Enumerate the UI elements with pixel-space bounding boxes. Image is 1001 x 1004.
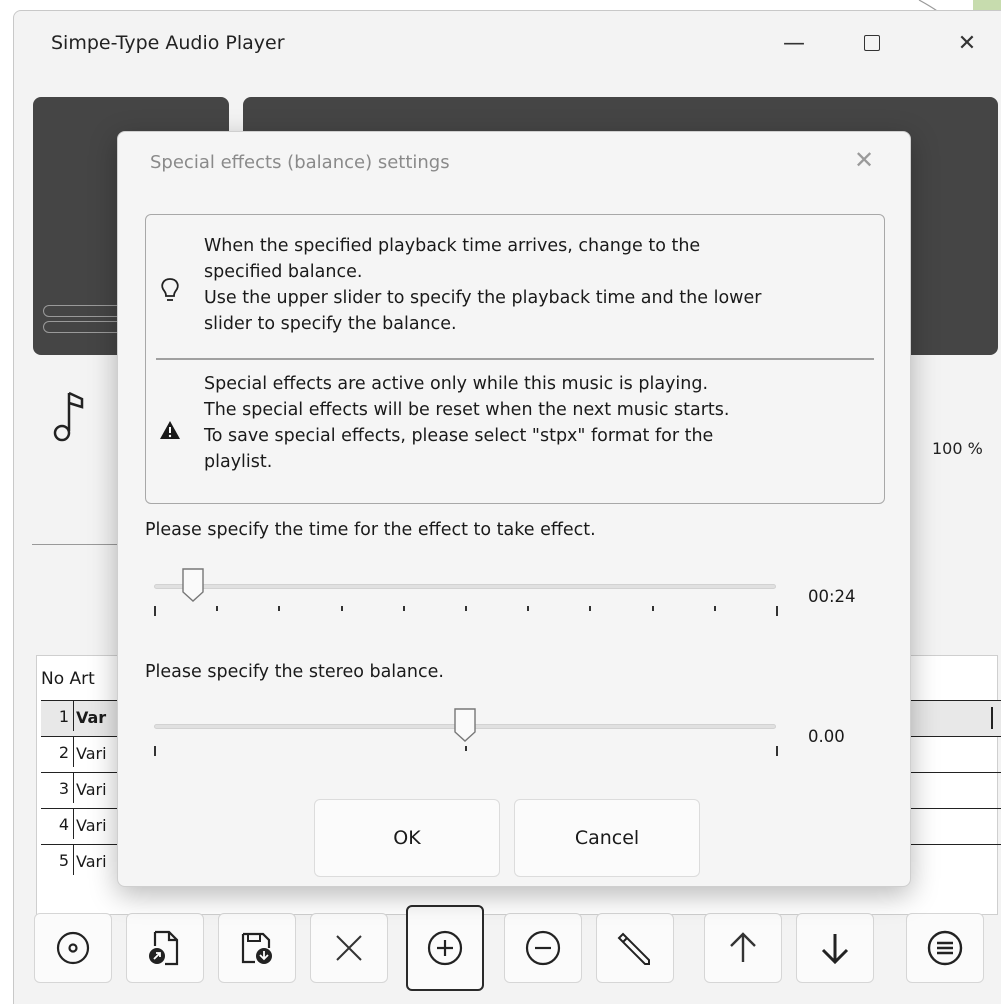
info-line: slider to specify the balance.	[204, 314, 457, 334]
remove-icon	[525, 930, 561, 966]
info-line: Use the upper slider to specify the play…	[204, 288, 762, 308]
volume-readout: 100 %	[932, 439, 983, 458]
info-line: Special effects are active only while th…	[204, 374, 709, 394]
toolbar	[34, 905, 1001, 993]
playlist-header: No Art	[41, 669, 95, 689]
row-number: 1	[58, 707, 69, 726]
row-artist: Vari	[73, 809, 107, 839]
add-icon	[427, 930, 463, 966]
art-lines-icon	[43, 305, 123, 337]
move-down-button[interactable]	[796, 913, 874, 983]
warning-icon	[160, 421, 180, 439]
slider-thumb[interactable]	[182, 568, 204, 602]
slider-tick	[527, 606, 529, 611]
slider-tick	[776, 606, 778, 616]
balance-slider[interactable]	[154, 708, 778, 756]
slider-thumb[interactable]	[454, 708, 476, 742]
save-file-button[interactable]	[218, 913, 296, 983]
maximize-icon	[864, 35, 880, 51]
close-icon: ✕	[957, 30, 977, 56]
column-divider	[991, 707, 993, 729]
delete-button[interactable]	[310, 913, 388, 983]
minimize-button[interactable]: —	[769, 25, 819, 61]
lightbulb-icon	[161, 278, 179, 301]
open-file-icon	[149, 930, 179, 966]
music-note-icon	[53, 391, 84, 442]
balance-settings-dialog: Special effects (balance) settings ✕ Whe…	[117, 131, 911, 887]
info-line: When the specified playback time arrives…	[204, 236, 701, 256]
row-number: 2	[58, 743, 69, 762]
menu-icon	[927, 930, 963, 966]
slider-tick	[776, 746, 778, 756]
disc-icon	[56, 931, 90, 965]
time-slider[interactable]	[154, 568, 778, 616]
slider-tick	[652, 606, 654, 611]
slider-tick	[278, 606, 280, 611]
slider-tick	[403, 606, 405, 611]
info-box: When the specified playback time arrives…	[145, 214, 885, 504]
minimize-icon: —	[783, 30, 805, 56]
menu-button[interactable]	[906, 913, 984, 983]
slider-tick	[465, 746, 467, 751]
info-text-warning: Special effects are active only while th…	[204, 371, 729, 475]
time-value: 00:24	[808, 587, 856, 606]
cancel-button[interactable]: Cancel	[514, 799, 700, 877]
info-line: The special effects will be reset when t…	[204, 400, 730, 420]
app-title: Simpe-Type Audio Player	[51, 32, 285, 54]
disc-button[interactable]	[34, 913, 112, 983]
info-line: specified balance.	[204, 262, 363, 282]
time-slider-label: Please specify the time for the effect t…	[145, 520, 596, 540]
row-artist: Vari	[73, 737, 107, 767]
balance-slider-label: Please specify the stereo balance.	[145, 662, 444, 682]
balance-value: 0.00	[808, 727, 845, 746]
delete-icon	[336, 935, 362, 961]
slider-tick	[341, 606, 343, 611]
open-file-button[interactable]	[126, 913, 204, 983]
title-bar: Simpe-Type Audio Player — ✕	[14, 11, 1001, 75]
row-artist: Var	[73, 701, 106, 731]
slider-tick	[465, 606, 467, 611]
add-button[interactable]	[406, 905, 484, 991]
slider-tick	[154, 606, 156, 616]
move-up-button[interactable]	[704, 913, 782, 983]
slider-tick	[589, 606, 591, 611]
ok-button[interactable]: OK	[314, 799, 500, 877]
slider-tick	[216, 606, 218, 611]
row-artist: Vari	[73, 845, 107, 875]
edit-icon	[617, 932, 650, 965]
save-file-icon	[241, 932, 272, 964]
dialog-close-button[interactable]: ✕	[854, 146, 874, 174]
row-number: 5	[58, 851, 69, 870]
slider-tick	[714, 606, 716, 611]
up-arrow-icon	[730, 932, 756, 962]
info-divider	[156, 358, 874, 360]
info-line: playlist.	[204, 452, 273, 472]
remove-button[interactable]	[504, 913, 582, 983]
close-button[interactable]: ✕	[942, 25, 992, 61]
info-text-timing: When the specified playback time arrives…	[204, 233, 761, 337]
slider-tick	[154, 746, 156, 756]
maximize-button[interactable]	[847, 25, 897, 61]
info-line: To save special effects, please select "…	[204, 426, 714, 446]
edit-button[interactable]	[596, 913, 674, 983]
down-arrow-icon	[821, 934, 849, 965]
row-artist: Vari	[73, 773, 107, 803]
row-number: 4	[58, 815, 69, 834]
slider-track	[154, 584, 776, 589]
dialog-title: Special effects (balance) settings	[150, 152, 450, 173]
row-number: 3	[58, 779, 69, 798]
